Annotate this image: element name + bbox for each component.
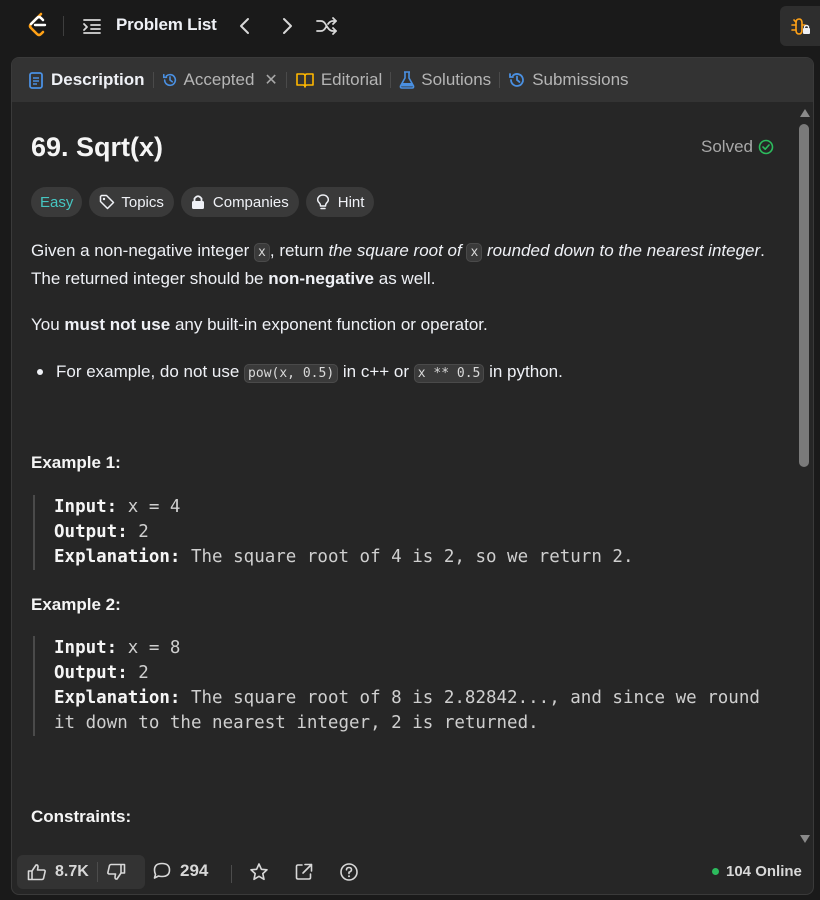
thumbs-down-icon[interactable]	[106, 863, 126, 881]
footer-bar: 8.7K 294 104 Online	[12, 853, 813, 894]
premium-debugger-button[interactable]	[780, 6, 820, 46]
lightbulb-icon	[316, 193, 332, 210]
scroll-up-arrow[interactable]	[798, 107, 812, 119]
chip-label: Companies	[212, 193, 289, 211]
tab-divider	[152, 72, 154, 88]
tab-label: Solutions	[421, 70, 492, 89]
check-circle-icon	[758, 139, 774, 155]
topics-chip[interactable]: Topics	[89, 187, 174, 217]
online-count: 104 Online	[726, 863, 802, 880]
lock-icon	[191, 194, 207, 210]
constraints-title: Constraints:	[31, 807, 132, 826]
companies-chip[interactable]: Companies	[180, 187, 299, 217]
random-problem-button[interactable]	[314, 13, 340, 39]
online-dot	[712, 868, 719, 875]
comment-count: 294	[180, 861, 209, 880]
panel-tabs: Description Accepted ✕ Editorial Solutio…	[12, 58, 813, 102]
problem-title[interactable]: 69. Sqrt(x)	[31, 132, 163, 163]
bug-lock-icon	[791, 18, 810, 35]
share-button[interactable]	[293, 861, 315, 883]
inline-code: x	[254, 243, 270, 262]
tab-divider	[285, 72, 287, 88]
next-problem-button[interactable]	[274, 13, 300, 39]
close-icon[interactable]: ✕	[264, 70, 277, 90]
vote-divider	[96, 862, 98, 882]
description-paragraph: You must not use any built-in exponent f…	[31, 315, 488, 334]
description-paragraph: Given a non-negative integer x, return t…	[31, 241, 765, 288]
problem-list-link[interactable]: Problem List	[116, 15, 217, 35]
inline-code: x	[466, 243, 483, 262]
example-block: Input: x = 8 Output: 2 Explanation: The …	[33, 636, 760, 736]
tab-label: Editorial	[320, 70, 383, 89]
hint-chip[interactable]: Hint	[305, 187, 375, 217]
problem-description: 69. Sqrt(x) Solved Easy Topics Companies	[31, 102, 796, 847]
question-circle-icon	[340, 863, 358, 881]
list-item: For example, do not use pow(x, 0.5) in c…	[31, 359, 563, 387]
tab-accepted[interactable]: Accepted ✕	[162, 58, 278, 102]
footer-divider	[231, 865, 232, 883]
like-button[interactable]: 8.7K	[17, 863, 89, 881]
comments-button[interactable]: 294	[152, 861, 208, 881]
tab-divider	[499, 72, 501, 88]
scrollbar-thumb[interactable]	[799, 124, 809, 467]
tab-submissions[interactable]: Submissions	[508, 58, 629, 102]
nav-divider	[63, 16, 64, 36]
tab-description[interactable]: Description	[29, 58, 145, 102]
chevron-left-icon	[240, 18, 249, 34]
flask-icon	[399, 71, 415, 89]
external-link-icon	[295, 863, 313, 880]
tab-label: Accepted	[183, 70, 255, 89]
prev-problem-button[interactable]	[232, 13, 258, 39]
description-panel: Description Accepted ✕ Editorial Solutio…	[11, 57, 814, 895]
example-title: Example 1:	[31, 453, 121, 472]
document-icon	[29, 71, 45, 89]
example-title: Example 2:	[31, 595, 121, 614]
book-icon	[295, 71, 315, 89]
example-block: Input: x = 4 Output: 2 Explanation: The …	[33, 495, 633, 570]
online-users: 104 Online	[712, 863, 802, 880]
tab-editorial[interactable]: Editorial	[295, 58, 382, 102]
solved-label: Solved	[701, 137, 753, 156]
tab-divider	[390, 72, 392, 88]
tab-solutions[interactable]: Solutions	[399, 58, 491, 102]
inline-code: pow(x, 0.5)	[244, 364, 339, 383]
bullet-dot	[37, 369, 43, 375]
solved-status: Solved	[701, 137, 774, 157]
star-icon	[250, 863, 268, 881]
top-navbar: Problem List	[0, 0, 820, 52]
thumbs-up-icon	[27, 864, 46, 881]
inline-code: x ** 0.5	[413, 364, 485, 383]
difficulty-badge: Easy	[31, 187, 83, 217]
tab-label: Submissions	[532, 70, 629, 89]
problem-list-icon[interactable]	[82, 16, 102, 36]
problem-tags: Easy Topics Companies Hint	[31, 187, 375, 217]
help-button[interactable]	[338, 861, 360, 883]
history-icon	[508, 71, 526, 89]
history-icon	[162, 71, 178, 89]
comment-icon	[153, 862, 171, 879]
scroll-down-arrow[interactable]	[798, 833, 812, 845]
chip-label: Topics	[121, 193, 164, 211]
shuffle-icon	[316, 17, 337, 35]
tag-icon	[99, 194, 115, 210]
vote-box: 8.7K	[17, 855, 145, 889]
chip-label: Hint	[337, 193, 365, 211]
favorite-button[interactable]	[248, 861, 270, 883]
like-count: 8.7K	[55, 863, 89, 880]
tab-label: Description	[51, 70, 145, 89]
leetcode-logo[interactable]	[26, 12, 50, 38]
chevron-right-icon	[283, 18, 292, 34]
